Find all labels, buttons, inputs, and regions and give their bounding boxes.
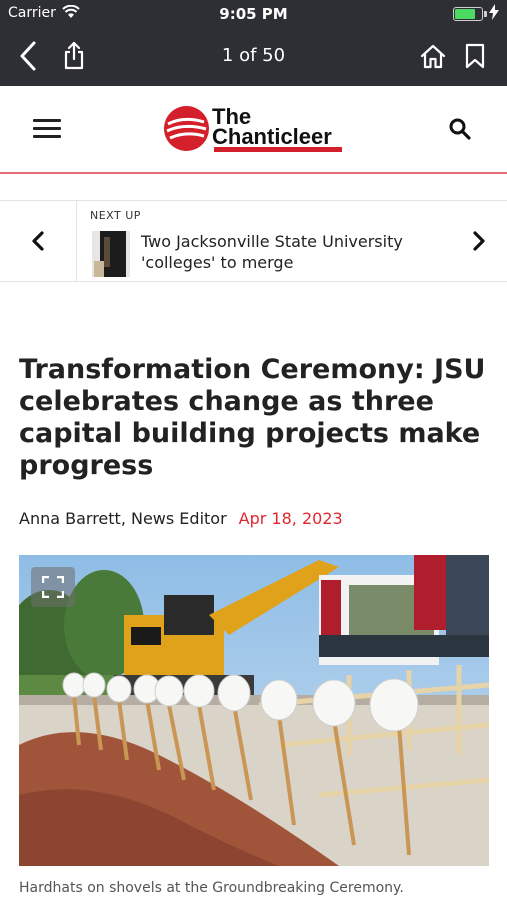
site-header: The Chanticleer (0, 86, 507, 174)
expand-icon (42, 576, 64, 598)
groundbreaking-photo-illustration (19, 555, 489, 866)
author-name[interactable]: Anna Barrett, News Editor (19, 509, 227, 528)
next-up-bar: NEXT UP Two Jacksonville State Universit… (0, 200, 507, 282)
top-bar: Carrier 9:05 PM 1 of 50 (0, 0, 507, 86)
hamburger-icon-bar (33, 135, 61, 138)
logo-tagline-strip (214, 147, 342, 152)
menu-button[interactable] (33, 119, 61, 139)
next-up-label: NEXT UP (90, 209, 141, 222)
home-icon (420, 44, 446, 69)
chevron-left-icon (20, 41, 36, 71)
article-headline: Transformation Ceremony: JSU celebrates … (19, 354, 486, 481)
site-logo[interactable]: The Chanticleer (164, 104, 344, 156)
publish-date: Apr 18, 2023 (238, 509, 343, 528)
hamburger-icon-bar (33, 119, 61, 122)
share-button[interactable] (54, 36, 94, 76)
article-photo[interactable] (19, 555, 489, 866)
home-button[interactable] (413, 36, 453, 76)
logo-mark-icon (164, 106, 209, 151)
battery-icon (453, 7, 487, 21)
next-article-button[interactable] (461, 223, 497, 259)
next-up-title[interactable]: Two Jacksonville State University 'colle… (141, 231, 451, 273)
search-button[interactable] (447, 116, 473, 142)
byline: Anna Barrett, News Editor Apr 18, 2023 (19, 509, 343, 528)
next-up-thumbnail[interactable] (92, 231, 130, 277)
share-icon (64, 41, 84, 70)
photo-caption: Hardhats on shovels at the Groundbreakin… (19, 880, 404, 896)
status-bar: Carrier 9:05 PM (0, 0, 507, 28)
search-icon (449, 118, 471, 140)
chevron-left-icon (32, 231, 44, 251)
hamburger-icon-bar (33, 127, 61, 130)
charging-icon (489, 4, 499, 24)
clock: 9:05 PM (219, 5, 288, 23)
chevron-right-icon (473, 231, 485, 251)
expand-image-button[interactable] (31, 567, 75, 607)
previous-article-button[interactable] (0, 201, 77, 281)
back-button[interactable] (8, 36, 48, 76)
bookmark-icon (465, 43, 485, 69)
nav-bar: 1 of 50 (0, 28, 507, 86)
bookmark-button[interactable] (455, 36, 495, 76)
